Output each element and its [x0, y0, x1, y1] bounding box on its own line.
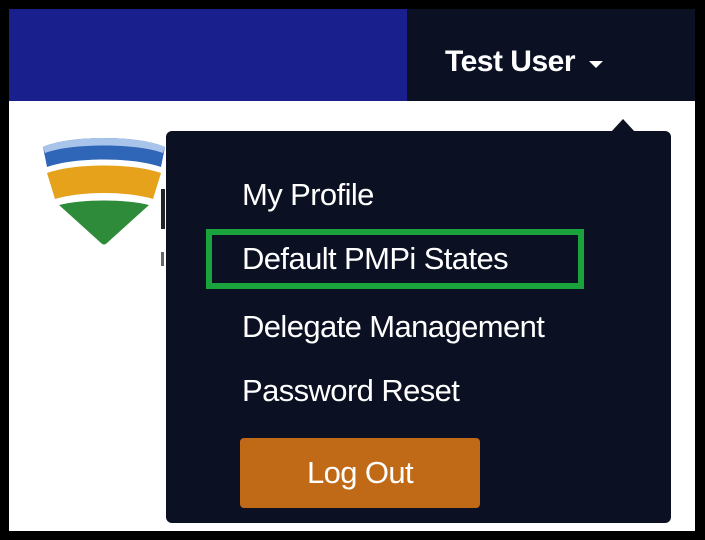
user-menu-toggle[interactable]: Test User	[445, 45, 604, 79]
logout-button[interactable]: Log Out	[240, 438, 480, 508]
user-name: Test User	[445, 45, 576, 78]
app-window: Test User My Profile Default PMPi States…	[9, 9, 695, 531]
menu-item-my-profile[interactable]: My Profile	[242, 177, 374, 213]
caret-down-icon	[589, 60, 604, 68]
logo-text-fragment	[161, 189, 165, 229]
user-menu-tab[interactable]: Test User	[407, 9, 695, 101]
logo-text-fragment	[161, 252, 164, 266]
shield-logo-icon	[43, 138, 165, 245]
menu-item-delegate-management[interactable]: Delegate Management	[242, 309, 545, 345]
top-navbar: Test User	[9, 9, 695, 101]
menu-item-default-pmpi-states[interactable]: Default PMPi States	[242, 241, 509, 277]
user-dropdown-menu: My Profile Default PMPi States Delegate …	[166, 131, 671, 523]
menu-item-password-reset[interactable]: Password Reset	[242, 373, 460, 409]
